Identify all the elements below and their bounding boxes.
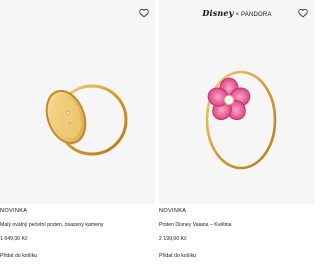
- product-image[interactable]: Disney × PANDORA: [159, 0, 314, 204]
- product-price: 2 199,00 Kč: [159, 236, 187, 242]
- add-to-cart-link[interactable]: Přidat do košíku: [159, 253, 196, 259]
- product-card[interactable]: Disney × PANDORA NOVINKA Prsten Disney V…: [159, 0, 314, 270]
- wishlist-heart-icon[interactable]: [298, 5, 308, 18]
- wishlist-heart-icon[interactable]: [139, 5, 149, 18]
- oval-signet-ring-image: [45, 84, 128, 156]
- product-badge: NOVINKA: [0, 208, 28, 214]
- product-card[interactable]: NOVINKA Malý oválný pečetní prsten, osaz…: [0, 0, 155, 270]
- product-price: 1 649,00 Kč: [0, 236, 28, 242]
- product-badge: NOVINKA: [159, 208, 187, 214]
- product-title[interactable]: Prsten Disney Vaiana – Květina: [159, 222, 232, 228]
- flower-ring-image: [205, 70, 277, 170]
- add-to-cart-link[interactable]: Přidat do košíku: [0, 253, 37, 259]
- product-title[interactable]: Malý oválný pečetní prsten, osazený kame…: [0, 222, 104, 228]
- product-image[interactable]: [0, 0, 155, 204]
